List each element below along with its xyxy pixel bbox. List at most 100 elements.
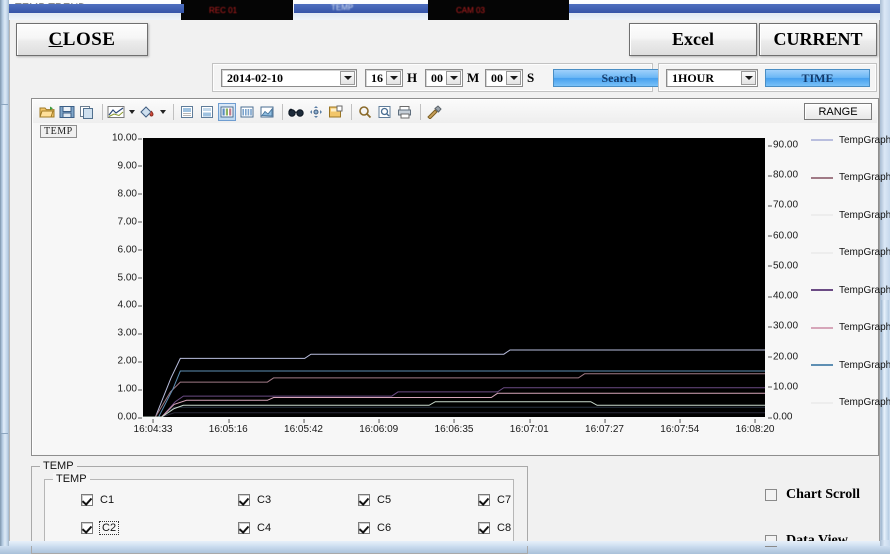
background-video-label: CAM 03 <box>456 6 485 15</box>
x-axis-tick: 16:07:27 <box>585 419 624 435</box>
legend-item: TempGraph3 <box>811 208 890 222</box>
chevron-down-icon-range[interactable] <box>741 71 756 85</box>
x-axis-tick: 16:06:35 <box>434 419 474 435</box>
y-axis-left-tick: 0.00 <box>117 411 143 423</box>
checkbox-box[interactable] <box>358 494 370 506</box>
background-video-tile: CAM 03 <box>428 0 569 20</box>
checkbox-box[interactable] <box>81 522 93 534</box>
channel-checkbox-c1[interactable]: C1 <box>81 494 114 506</box>
print-icon[interactable] <box>396 103 414 121</box>
legend-label: TempGraph4 <box>839 247 890 258</box>
chevron-down-icon-minute[interactable] <box>446 71 461 85</box>
chevron-down-icon[interactable] <box>340 71 355 85</box>
checkbox-box[interactable] <box>478 522 490 534</box>
paint-fill-icon[interactable] <box>138 103 156 121</box>
minute-combo[interactable]: 00 <box>425 69 463 87</box>
excel-button[interactable]: Excel <box>629 23 757 56</box>
toolbar-divider-1 <box>102 103 103 120</box>
search-toolbar: 2014-02-10 16 H 00 M 00 S Search <box>212 63 685 92</box>
second-combo[interactable]: 00 <box>485 69 523 87</box>
y-axis-right-tick: 10.00 <box>767 381 799 393</box>
time-button[interactable]: TIME <box>765 69 870 87</box>
tools-icon[interactable] <box>425 103 443 121</box>
checkbox-label: C3 <box>257 494 272 506</box>
y-axis-left-tick: 2.00 <box>117 355 143 367</box>
date-combo-value: 2014-02-10 <box>227 70 283 85</box>
chart-scroll-checkbox-box[interactable] <box>765 489 777 501</box>
range-combo-value: 1HOUR <box>672 70 714 85</box>
x-axis-tick: 16:06:09 <box>359 419 399 435</box>
zoom-icon[interactable] <box>356 103 374 121</box>
channel-checkbox-c8[interactable]: C8 <box>478 522 511 534</box>
temp-group-inner: TEMP C1 C3 C5 C7 C2 C4 C6 C8 <box>44 473 514 543</box>
legend-color-swatch <box>811 289 833 291</box>
y-axis-right-tick: 90.00 <box>767 139 799 151</box>
legend-color-swatch <box>811 139 833 141</box>
save-icon[interactable] <box>58 103 76 121</box>
chart-area-icon[interactable] <box>258 103 276 121</box>
page-alt-icon[interactable] <box>198 103 216 121</box>
checkbox-box[interactable] <box>238 494 250 506</box>
close-button-mnemonic: C <box>48 28 63 50</box>
move-icon[interactable] <box>307 103 325 121</box>
toolbar-divider-2 <box>173 103 174 120</box>
toolbar-divider-4 <box>351 103 352 120</box>
checkbox-box[interactable] <box>478 494 490 506</box>
copy-icon[interactable] <box>78 103 96 121</box>
toolbar-divider-5 <box>420 103 421 120</box>
left-scrollbar-thumb[interactable] <box>1 104 8 434</box>
close-button-label: LOSE <box>62 28 116 50</box>
checkbox-label: C1 <box>100 494 115 506</box>
chevron-down-icon-chart[interactable] <box>127 103 136 121</box>
left-window-scrollbar[interactable] <box>0 0 9 554</box>
chart-plot-region: TEMP 10.00 9.00 8.00 7.00 6.00 5.00 4.00 3.00 2.… <box>33 123 890 454</box>
grid-vertical-icon[interactable] <box>218 102 236 121</box>
channel-checkbox-c5[interactable]: C5 <box>358 494 391 506</box>
glasses-icon[interactable] <box>287 103 305 121</box>
chart-scroll-checkbox[interactable]: Chart Scroll <box>765 487 860 503</box>
properties-icon[interactable] <box>327 103 345 121</box>
channel-checkbox-c4[interactable]: C4 <box>238 522 271 534</box>
y-axis-right-tick: 50.00 <box>767 260 799 272</box>
plot-area[interactable] <box>143 138 765 418</box>
y-axis-right-tick: 60.00 <box>767 230 799 242</box>
legend-label: TempGraph3 <box>839 209 890 221</box>
grid-columns-icon[interactable] <box>238 103 256 121</box>
y-axis-left-tick: 6.00 <box>117 244 143 256</box>
hour-unit-label: H <box>407 70 418 85</box>
channel-checkbox-c2[interactable]: C2 <box>81 521 120 535</box>
checkbox-box[interactable] <box>238 522 250 534</box>
range-button-label: RANGE <box>818 105 858 118</box>
checkbox-box[interactable] <box>81 494 93 506</box>
date-combo[interactable]: 2014-02-10 <box>221 69 357 87</box>
current-button[interactable]: CURRENT <box>759 23 877 56</box>
background-window-label: TEMP <box>331 3 354 12</box>
range-button[interactable]: RANGE <box>804 103 872 120</box>
background-video-label: REC 01 <box>209 6 238 15</box>
background-title-bar <box>9 4 184 13</box>
chevron-down-icon-second[interactable] <box>506 71 521 85</box>
channel-checkbox-c7[interactable]: C7 <box>478 494 511 506</box>
y-axis-right-tick: 20.00 <box>767 351 799 363</box>
y-axis-right-tick: 70.00 <box>767 199 799 211</box>
legend-label: TempGraph5 <box>839 284 890 296</box>
y-axis-left-tick: 3.00 <box>117 327 143 339</box>
hour-combo[interactable]: 16 <box>365 69 403 87</box>
chevron-down-icon-fill[interactable] <box>158 103 167 121</box>
close-button[interactable]: C LOSE <box>16 23 148 56</box>
y-axis-left-tick: 1.00 <box>117 383 143 395</box>
open-folder-icon[interactable] <box>38 103 56 121</box>
channel-checkbox-c6[interactable]: C6 <box>358 522 391 534</box>
legend-item: TempGraph6 <box>811 321 890 335</box>
checkbox-box[interactable] <box>358 522 370 534</box>
range-combo[interactable]: 1HOUR <box>666 69 758 87</box>
line-chart-icon[interactable] <box>107 103 125 121</box>
page-icon[interactable] <box>178 103 196 121</box>
x-axis-labels: 16:04:33 16:05:16 16:05:42 16:06:09 16:06:35… <box>134 419 774 437</box>
channel-checkbox-c3[interactable]: C3 <box>238 494 271 506</box>
chevron-down-icon-hour[interactable] <box>386 71 401 85</box>
zoom-page-icon[interactable] <box>376 103 394 121</box>
legend-color-swatch <box>811 251 833 254</box>
chart-scroll-label: Chart Scroll <box>786 487 861 502</box>
legend-color-swatch <box>811 176 833 179</box>
